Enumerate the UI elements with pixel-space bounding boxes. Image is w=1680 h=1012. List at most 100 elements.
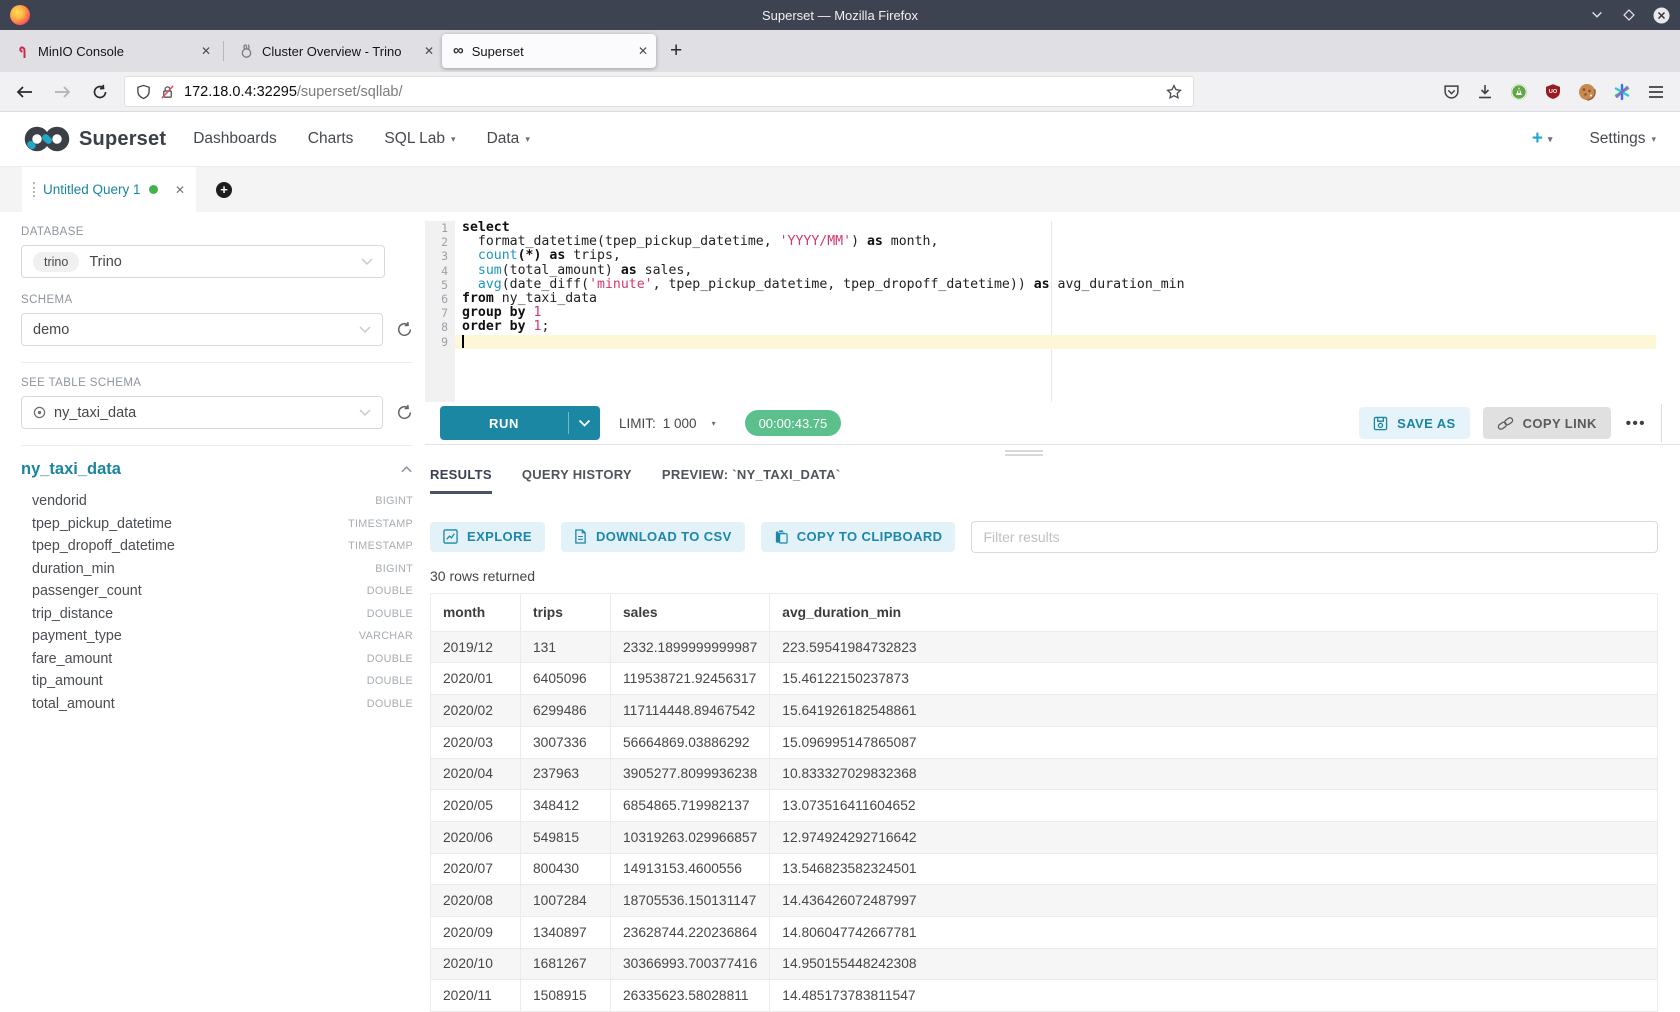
download-icon[interactable] [1477, 84, 1493, 100]
line-number: 1 [425, 221, 455, 235]
tab-results[interactable]: RESULTS [430, 467, 492, 494]
code-line[interactable]: 2 format_datetime(tpep_pickup_datetime, … [425, 235, 1656, 249]
url-text[interactable]: 172.18.0.4:32295/superset/sqllab/ [184, 84, 402, 100]
sql-editor[interactable]: 1select2 format_datetime(tpep_pickup_dat… [425, 212, 1680, 402]
nav-item-dashboards[interactable]: Dashboards [193, 130, 277, 148]
save-as-button[interactable]: SAVE AS [1359, 407, 1469, 439]
column-item[interactable]: payment_typeVARCHAR [21, 625, 413, 648]
line-number: 6 [425, 292, 455, 306]
column-type: TIMESTAMP [348, 540, 413, 552]
browser-tab-trino[interactable]: Cluster Overview - Trino ✕ [228, 34, 442, 68]
run-label[interactable]: RUN [440, 406, 568, 440]
table-cell: 6299486 [521, 695, 611, 727]
line-number: 7 [425, 306, 455, 320]
tab-close-icon[interactable]: ✕ [201, 45, 211, 57]
nav-item-data[interactable]: Data▾ [487, 130, 530, 148]
code-line[interactable]: 5 avg(date_diff('minute', tpep_pickup_da… [425, 278, 1656, 292]
column-item[interactable]: tpep_pickup_datetimeTIMESTAMP [21, 513, 413, 536]
result-column-header[interactable]: sales [611, 593, 770, 631]
code-line[interactable]: 7group by 1 [425, 306, 1656, 320]
collapse-chevron-icon[interactable] [400, 465, 413, 474]
new-tab-button[interactable]: + [670, 39, 682, 63]
privacy-badger-icon[interactable] [1510, 83, 1528, 101]
table-title-link[interactable]: ny_taxi_data [21, 460, 121, 479]
filter-results-input[interactable] [971, 521, 1658, 553]
table-cell: 26335623.58028811 [611, 980, 770, 1012]
column-item[interactable]: tpep_dropoff_datetimeTIMESTAMP [21, 535, 413, 558]
database-select[interactable]: trino Trino [21, 245, 385, 278]
run-options-chevron-icon[interactable] [569, 406, 600, 440]
code-line[interactable]: 3 count(*) as trips, [425, 249, 1656, 263]
result-column-header[interactable]: avg_duration_min [770, 593, 1658, 631]
table-row: 2020/0654981510319263.02996685712.974924… [431, 821, 1658, 853]
result-column-header[interactable]: trips [521, 593, 611, 631]
window-maximize-icon[interactable] [1620, 6, 1638, 24]
column-item[interactable]: duration_minBIGINT [21, 558, 413, 581]
tab-query-history[interactable]: QUERY HISTORY [522, 467, 632, 494]
cookie-icon[interactable] [1578, 83, 1596, 101]
add-query-tab-button[interactable]: + [196, 167, 252, 212]
resize-handle[interactable] [1005, 450, 1043, 458]
column-item[interactable]: fare_amountDOUBLE [21, 648, 413, 671]
table-cell: 119538721.92456317 [611, 663, 770, 695]
query-tab-active[interactable]: Untitled Query 1 ✕ [22, 167, 196, 212]
column-item[interactable]: vendoridBIGINT [21, 490, 413, 513]
url-bar[interactable]: 172.18.0.4:32295/superset/sqllab/ [124, 76, 1194, 107]
browser-tab-superset[interactable]: ∞ Superset ✕ [442, 34, 656, 68]
shield-icon[interactable] [136, 84, 151, 100]
code-line[interactable]: 4 sum(total_amount) as sales, [425, 264, 1656, 278]
hamburger-menu-icon[interactable] [1648, 85, 1664, 99]
pocket-icon[interactable] [1443, 84, 1460, 100]
tab-close-icon[interactable]: ✕ [424, 45, 434, 57]
table-select[interactable]: ny_taxi_data [21, 396, 383, 429]
schema-select[interactable]: demo [21, 313, 383, 346]
copy-clipboard-button[interactable]: COPY TO CLIPBOARD [761, 522, 956, 552]
reload-icon[interactable] [92, 84, 108, 100]
column-item[interactable]: total_amountDOUBLE [21, 693, 413, 716]
forward-icon[interactable] [54, 85, 71, 99]
more-actions-button[interactable]: ••• [1626, 415, 1646, 432]
line-number: 4 [425, 264, 455, 278]
refresh-schema-icon[interactable] [396, 321, 413, 338]
column-item[interactable]: tip_amountDOUBLE [21, 670, 413, 693]
code-line[interactable]: 8order by 1; [425, 320, 1656, 334]
drag-handle-icon[interactable] [33, 182, 35, 197]
code-line[interactable]: 6from ny_taxi_data [425, 292, 1656, 306]
nav-item-sql-lab[interactable]: SQL Lab▾ [384, 130, 455, 148]
multi-account-spark-icon[interactable] [1613, 83, 1631, 101]
result-column-header[interactable]: month [431, 593, 521, 631]
copy-link-button[interactable]: COPY LINK [1483, 407, 1611, 439]
superset-logo[interactable]: Superset [24, 124, 166, 154]
bookmark-star-icon[interactable] [1166, 84, 1182, 100]
settings-menu[interactable]: Settings▾ [1589, 130, 1656, 148]
window-close-icon[interactable] [1652, 6, 1670, 24]
ublock-origin-icon[interactable]: UO [1545, 83, 1561, 100]
table-cell: 14.806047742667781 [770, 916, 1658, 948]
column-item[interactable]: passenger_countDOUBLE [21, 580, 413, 603]
code-line[interactable]: 9 [425, 335, 1656, 349]
query-tab-close-icon[interactable]: ✕ [175, 183, 185, 197]
limit-dropdown[interactable]: LIMIT: 1 000 ▾ [619, 416, 716, 431]
column-item[interactable]: trip_distanceDOUBLE [21, 603, 413, 626]
nav-item-charts[interactable]: Charts [308, 130, 354, 148]
back-icon[interactable] [16, 85, 33, 99]
window-minimize-icon[interactable] [1588, 6, 1606, 24]
tab-close-icon[interactable]: ✕ [638, 45, 648, 57]
explore-button[interactable]: EXPLORE [430, 522, 545, 552]
save-icon [1373, 416, 1388, 431]
table-cell: 10319263.029966857 [611, 821, 770, 853]
lock-insecure-icon[interactable] [160, 84, 175, 100]
code-line[interactable]: 1select [425, 221, 1656, 235]
sql-code[interactable]: 1select2 format_datetime(tpep_pickup_dat… [425, 221, 1656, 349]
run-query-button[interactable]: RUN [440, 406, 600, 440]
tab-preview-table[interactable]: PREVIEW: `NY_TAXI_DATA` [662, 467, 841, 494]
download-csv-button[interactable]: DOWNLOAD TO CSV [561, 522, 745, 552]
refresh-table-icon[interactable] [396, 404, 413, 421]
table-row: 2020/08100728418705536.15013114714.43642… [431, 885, 1658, 917]
table-cell: 3007336 [521, 726, 611, 758]
new-item-button[interactable]: +▾ [1532, 128, 1553, 150]
superset-favicon-icon: ∞ [453, 44, 464, 58]
column-name: passenger_count [32, 583, 142, 599]
browser-tab-minio[interactable]: MinIO Console ✕ [5, 34, 219, 68]
table-cell: 549815 [521, 821, 611, 853]
